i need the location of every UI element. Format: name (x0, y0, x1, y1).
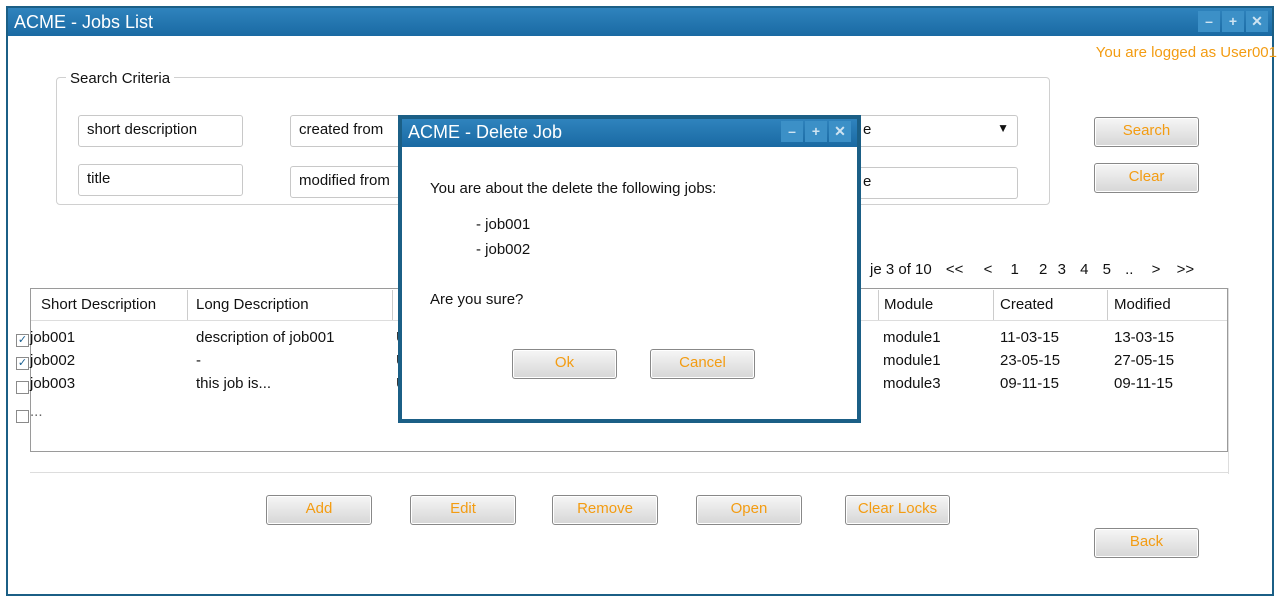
table-row-long[interactable]: description of job001 (196, 329, 334, 346)
close-icon[interactable]: ✕ (829, 121, 851, 142)
column-header-long-description[interactable]: Long Description (196, 296, 309, 313)
prev-page-link[interactable]: < (984, 261, 993, 278)
delete-job-dialog: ACME - Delete Job – + ✕ You are about th… (398, 115, 861, 423)
cancel-button[interactable]: Cancel (650, 349, 755, 379)
table-row-short[interactable]: job001 (30, 329, 75, 346)
ok-button[interactable]: Ok (512, 349, 617, 379)
dialog-job-item: - job001 (476, 216, 531, 233)
search-button[interactable]: Search (1094, 117, 1199, 147)
page-ellipsis: .. (1125, 261, 1134, 278)
modified-from-input[interactable]: modified from (290, 166, 410, 198)
maximize-icon[interactable]: + (1222, 11, 1244, 32)
filter-select[interactable]: e ▼ (858, 115, 1018, 147)
column-header-modified[interactable]: Modified (1114, 296, 1171, 313)
table-row-long[interactable]: - (196, 352, 201, 369)
row-checkbox-checked[interactable]: ✓ (16, 334, 29, 347)
close-icon[interactable]: ✕ (1246, 11, 1268, 32)
created-from-input[interactable]: created from (290, 115, 410, 147)
dialog-question: Are you sure? (430, 291, 524, 308)
dialog-message: You are about the delete the following j… (430, 180, 717, 197)
first-page-link[interactable]: << (946, 261, 964, 278)
column-header-module[interactable]: Module (884, 296, 933, 313)
row-checkbox[interactable] (16, 381, 29, 394)
column-divider (878, 290, 879, 320)
window-title: ACME - Jobs List (14, 12, 154, 32)
add-button[interactable]: Add (266, 495, 372, 525)
row-checkbox[interactable] (16, 410, 29, 423)
column-header-short-description[interactable]: Short Description (41, 296, 156, 313)
column-header-created[interactable]: Created (1000, 296, 1053, 313)
row-checkbox-checked[interactable]: ✓ (16, 357, 29, 370)
page-link-1[interactable]: 1 (1011, 261, 1019, 278)
column-divider (187, 290, 188, 320)
dialog-title: ACME - Delete Job (408, 122, 563, 142)
logged-user-status: You are logged as User001 (1095, 44, 1277, 61)
dialog-titlebar[interactable]: ACME - Delete Job – + ✕ (402, 119, 857, 147)
next-page-link[interactable]: > (1152, 261, 1161, 278)
search-criteria-legend: Search Criteria (66, 70, 175, 87)
table-row-created[interactable]: 11-03-15 (1000, 329, 1059, 346)
table-scroll-edge (1228, 288, 1229, 474)
remove-button[interactable]: Remove (552, 495, 658, 525)
column-divider (392, 290, 393, 320)
table-row-short[interactable]: job002 (30, 352, 75, 369)
filter-select-value: e (863, 121, 872, 138)
table-bottom-edge (30, 472, 1229, 473)
back-button[interactable]: Back (1094, 528, 1199, 558)
table-row-module[interactable]: module1 (883, 352, 941, 369)
minimize-icon[interactable]: – (781, 121, 803, 142)
window-titlebar[interactable]: ACME - Jobs List – + ✕ (8, 8, 1272, 36)
open-button[interactable]: Open (696, 495, 802, 525)
last-page-link[interactable]: >> (1177, 261, 1195, 278)
table-row-module[interactable]: module1 (883, 329, 941, 346)
table-row-long[interactable]: this job is... (196, 375, 271, 392)
page-link-2[interactable]: 2 (1039, 261, 1047, 278)
table-row-created[interactable]: 09-11-15 (1000, 375, 1059, 392)
page-link-3[interactable]: 3 (1058, 261, 1066, 278)
short-description-input[interactable]: short description (78, 115, 243, 147)
table-row-created[interactable]: 23-05-15 (1000, 352, 1060, 369)
table-row-short[interactable]: job003 (30, 375, 75, 392)
table-row-modified[interactable]: 27-05-15 (1114, 352, 1174, 369)
filter-input[interactable]: e (858, 167, 1018, 199)
column-divider (993, 290, 994, 320)
minimize-icon[interactable]: – (1198, 11, 1220, 32)
dialog-job-item: - job002 (476, 241, 531, 258)
title-input[interactable]: title (78, 164, 243, 196)
pagination: je 3 of 10 << < 1 2 3 4 5 .. > >> (870, 261, 1204, 278)
page-link-4[interactable]: 4 (1080, 261, 1088, 278)
table-row-module[interactable]: module3 (883, 375, 941, 392)
page-link-5[interactable]: 5 (1103, 261, 1111, 278)
table-row-more[interactable]: ... (30, 403, 43, 420)
column-divider (1107, 290, 1108, 320)
table-row-modified[interactable]: 09-11-15 (1114, 375, 1173, 392)
chevron-down-icon: ▼ (997, 121, 1009, 135)
page-indicator: je 3 of 10 (870, 261, 932, 278)
clear-button[interactable]: Clear (1094, 163, 1199, 193)
clear-locks-button[interactable]: Clear Locks (845, 495, 950, 525)
edit-button[interactable]: Edit (410, 495, 516, 525)
table-row-modified[interactable]: 13-03-15 (1114, 329, 1174, 346)
maximize-icon[interactable]: + (805, 121, 827, 142)
